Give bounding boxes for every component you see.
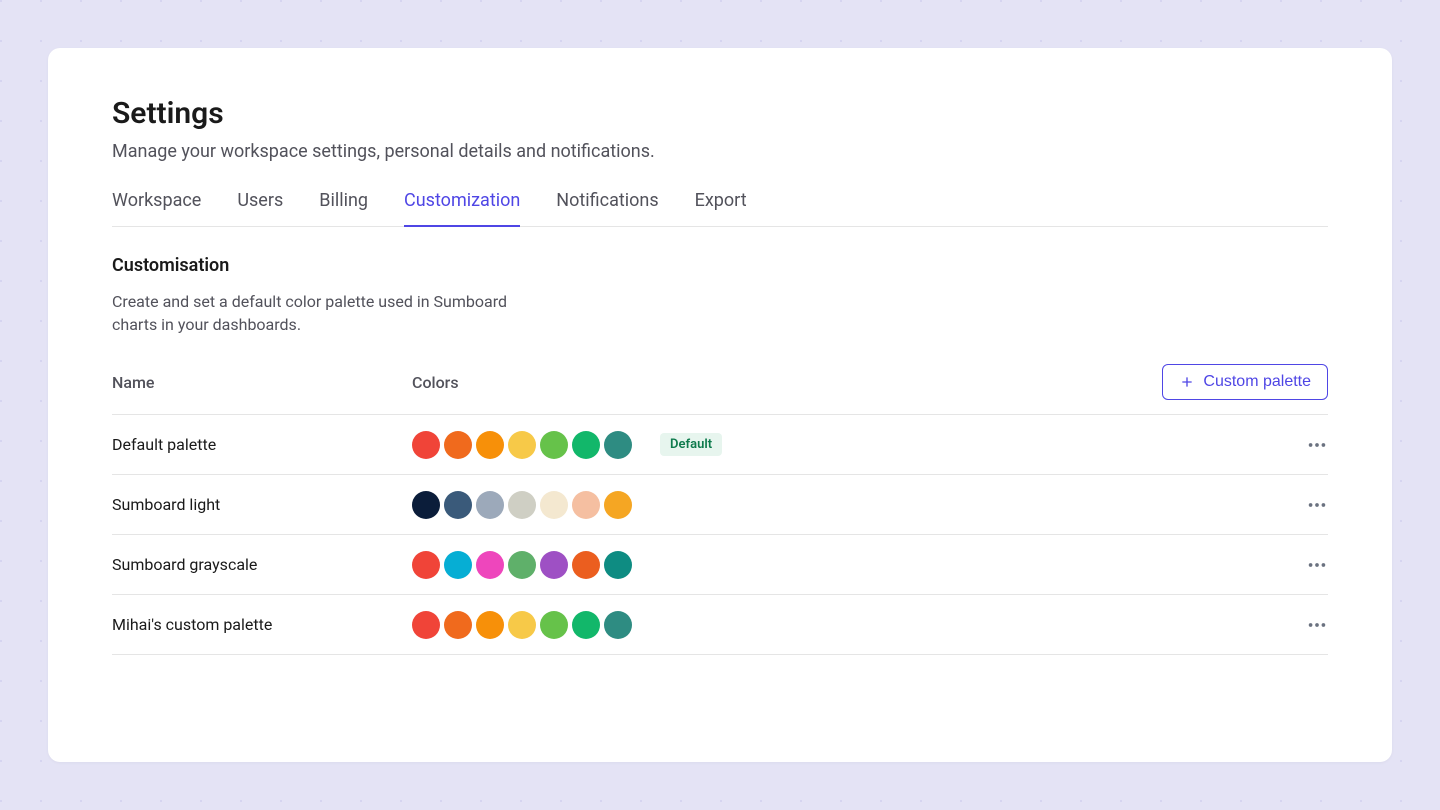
tab-customization[interactable]: Customization bbox=[404, 190, 520, 227]
color-swatch bbox=[476, 491, 504, 519]
color-swatch bbox=[540, 491, 568, 519]
palette-swatches: Default bbox=[412, 431, 1288, 459]
color-swatch bbox=[572, 491, 600, 519]
column-header-action: Custom palette bbox=[1162, 364, 1328, 400]
section-description: Create and set a default color palette u… bbox=[112, 290, 552, 336]
color-swatch bbox=[444, 611, 472, 639]
palette-row: Default palette Default bbox=[112, 415, 1328, 475]
more-horizontal-icon bbox=[1306, 434, 1328, 456]
more-horizontal-icon bbox=[1306, 494, 1328, 516]
color-swatch bbox=[508, 491, 536, 519]
more-horizontal-icon bbox=[1306, 614, 1328, 636]
palette-row: Sumboard grayscale bbox=[112, 535, 1328, 595]
color-swatch bbox=[476, 551, 504, 579]
color-swatch bbox=[604, 431, 632, 459]
page-title: Settings bbox=[112, 96, 1328, 131]
color-swatch bbox=[444, 551, 472, 579]
color-swatch bbox=[508, 551, 536, 579]
color-swatch bbox=[540, 551, 568, 579]
section-title: Customisation bbox=[112, 255, 1328, 276]
palette-swatches bbox=[412, 491, 1288, 519]
column-header-name: Name bbox=[112, 373, 412, 392]
tab-export[interactable]: Export bbox=[695, 190, 747, 227]
color-swatch bbox=[444, 491, 472, 519]
palette-row: Sumboard light bbox=[112, 475, 1328, 535]
palette-swatches bbox=[412, 551, 1288, 579]
color-swatch bbox=[508, 611, 536, 639]
settings-card: Settings Manage your workspace settings,… bbox=[48, 48, 1392, 762]
tab-billing[interactable]: Billing bbox=[319, 190, 368, 227]
add-custom-palette-label: Custom palette bbox=[1203, 373, 1311, 391]
tab-users[interactable]: Users bbox=[237, 190, 283, 227]
color-swatch bbox=[604, 611, 632, 639]
color-swatch bbox=[412, 491, 440, 519]
more-horizontal-icon bbox=[1306, 554, 1328, 576]
color-swatch bbox=[444, 431, 472, 459]
row-actions-menu[interactable] bbox=[1288, 434, 1328, 456]
color-swatch bbox=[412, 611, 440, 639]
palette-swatches bbox=[412, 611, 1288, 639]
tab-notifications[interactable]: Notifications bbox=[556, 190, 658, 227]
color-swatch bbox=[604, 551, 632, 579]
palette-name: Sumboard light bbox=[112, 495, 412, 514]
color-swatch bbox=[572, 551, 600, 579]
tab-workspace[interactable]: Workspace bbox=[112, 190, 201, 227]
color-swatch bbox=[412, 551, 440, 579]
row-actions-menu[interactable] bbox=[1288, 554, 1328, 576]
palette-row: Mihai's custom palette bbox=[112, 595, 1328, 655]
color-swatch bbox=[572, 611, 600, 639]
color-swatch bbox=[540, 611, 568, 639]
color-swatch bbox=[604, 491, 632, 519]
default-badge: Default bbox=[660, 433, 722, 456]
color-swatch bbox=[412, 431, 440, 459]
add-custom-palette-button[interactable]: Custom palette bbox=[1162, 364, 1328, 400]
color-swatch bbox=[540, 431, 568, 459]
color-swatch bbox=[572, 431, 600, 459]
palette-table-body: Default palette Default Sumboard light Sumb… bbox=[112, 415, 1328, 655]
tabs-bar: Workspace Users Billing Customization Notifi… bbox=[112, 190, 1328, 227]
palette-name: Default palette bbox=[112, 435, 412, 454]
palette-name: Sumboard grayscale bbox=[112, 555, 412, 574]
color-swatch bbox=[476, 431, 504, 459]
column-header-colors: Colors bbox=[412, 373, 1162, 392]
color-swatch bbox=[476, 611, 504, 639]
plus-icon bbox=[1179, 374, 1195, 390]
color-swatch bbox=[508, 431, 536, 459]
row-actions-menu[interactable] bbox=[1288, 614, 1328, 636]
page-subtitle: Manage your workspace settings, personal… bbox=[112, 141, 1328, 162]
row-actions-menu[interactable] bbox=[1288, 494, 1328, 516]
palette-table-header: Name Colors Custom palette bbox=[112, 364, 1328, 415]
palette-name: Mihai's custom palette bbox=[112, 615, 412, 634]
